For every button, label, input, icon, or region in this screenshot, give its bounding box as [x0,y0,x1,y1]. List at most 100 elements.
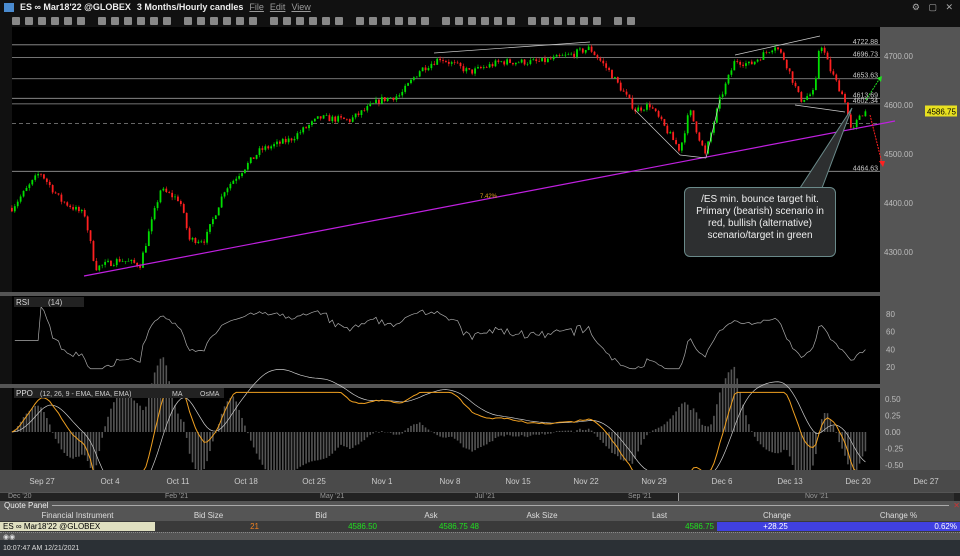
candle [235,176,238,184]
toolbar-tool-icon[interactable] [442,16,450,25]
toolbar-tool-icon[interactable] [150,16,158,25]
candle [631,95,634,111]
candle [168,190,171,194]
candle-body [637,107,640,112]
column-header[interactable]: Change [717,511,837,520]
candle [512,62,514,66]
toolbar-tool-icon[interactable] [197,16,205,25]
toolbar-tool-icon[interactable] [184,16,192,25]
candle [590,44,593,54]
toolbar-tool-icon[interactable] [25,16,33,25]
toolbar-tool-icon[interactable] [38,16,46,25]
toolbar-tool-icon[interactable] [580,16,588,25]
candle [206,229,208,245]
toolbar-tool-icon[interactable] [296,16,304,25]
candle-body [488,64,491,68]
drawn-trendline [433,41,591,54]
candle [255,154,258,160]
quote-panel-title[interactable]: Quote Panel [4,501,48,510]
toolbar-tool-icon[interactable] [51,16,59,25]
toolbar-tool-icon[interactable] [455,16,463,25]
menu-view[interactable]: View [291,2,310,12]
column-header[interactable]: Ask Size [482,511,602,520]
toolbar-tool-icon[interactable] [335,16,343,25]
candle-body [200,241,203,243]
candle-body [322,115,325,119]
toolbar-tool-icon[interactable] [382,16,390,25]
toolbar-tool-icon[interactable] [236,16,244,25]
toolbar-tool-icon[interactable] [283,16,291,25]
toolbar-tool-icon[interactable] [395,16,403,25]
candle [357,111,360,117]
column-header[interactable]: Financial Instrument [0,511,155,520]
candle [474,66,476,77]
toolbar-tool-icon[interactable] [12,16,20,25]
candle-body [159,190,162,203]
candle-body [686,115,689,134]
toolbar-tool-icon[interactable] [249,16,257,25]
toolbar-tool-icon[interactable] [468,16,476,25]
toolbar-tool-icon[interactable] [111,16,119,25]
candle-body [561,55,564,57]
toolbar-tool-icon[interactable] [223,16,231,25]
menu-file[interactable]: File [249,2,264,12]
toolbar-tool-icon[interactable] [77,16,85,25]
toolbar-tool-icon[interactable] [137,16,145,25]
candle-body [471,69,474,74]
candle-body [532,59,535,61]
column-header[interactable]: Bid Size [155,511,262,520]
window-controls-icon[interactable]: ⚙ ▢ ✕ [912,2,956,13]
candle [771,49,774,55]
toolbar-tool-icon[interactable] [593,16,601,25]
toolbar-tool-icon[interactable] [64,16,72,25]
candle-body [643,109,645,111]
toolbar-tool-icon[interactable] [507,16,515,25]
toolbar-tool-icon[interactable] [210,16,218,25]
toolbar-tool-icon[interactable] [481,16,489,25]
candle [101,264,104,269]
candle-body [98,265,101,271]
column-header[interactable]: Ask [380,511,482,520]
candle [354,113,357,120]
toolbar-tool-icon[interactable] [421,16,429,25]
toolbar-tool-icon[interactable] [356,16,364,25]
toolbar-tool-icon[interactable] [163,16,171,25]
toolbar-tool-icon[interactable] [494,16,502,25]
candle-body [651,107,654,109]
toolbar-tool-icon[interactable] [541,16,549,25]
column-header[interactable]: Last [602,511,717,520]
toolbar-tool-icon[interactable] [528,16,536,25]
toolbar-tool-icon[interactable] [554,16,562,25]
timeframe-selector[interactable]: 3 Months/Hourly candles [137,2,244,12]
toolbar-tool-icon[interactable] [408,16,416,25]
candle-body [284,138,287,143]
candle [669,130,672,134]
candle-body [188,228,191,240]
toolbar-tool-icon[interactable] [627,16,635,25]
toolbar-tool-icon[interactable] [98,16,106,25]
toolbar-tool-icon[interactable] [309,16,317,25]
candle-body [844,94,846,103]
candle [40,173,42,177]
scroll-date-label: Nov '21 [805,493,829,500]
candle-body [10,207,13,212]
candle-body [217,207,220,216]
toolbar-tool-icon[interactable] [270,16,278,25]
candle-body [733,61,736,71]
symbol-selector[interactable]: ES ∞ Mar18'22 @GLOBEX [20,2,131,12]
toolbar-tool-icon[interactable] [124,16,132,25]
candle-body [246,163,249,170]
candle-body [835,74,838,81]
toolbar-tool-icon[interactable] [369,16,377,25]
menu-edit[interactable]: Edit [270,2,286,12]
toolbar-tool-icon[interactable] [322,16,330,25]
toolbar-tool-icon[interactable] [614,16,622,25]
column-header[interactable]: Bid [262,511,380,520]
quote-row[interactable]: ES ∞ Mar18'22 @GLOBEX 21 4586.50 4586.75… [0,521,960,532]
candle [203,239,206,246]
column-header[interactable]: Change % [837,511,960,520]
toolbar-tool-icon[interactable] [567,16,575,25]
close-icon[interactable]: ✕ [953,501,960,510]
candle-body [442,60,444,62]
time-scrollbar[interactable]: Dec '20 Feb '21 May '21 Jul '21 Sep '21 Nov '… [0,492,960,501]
